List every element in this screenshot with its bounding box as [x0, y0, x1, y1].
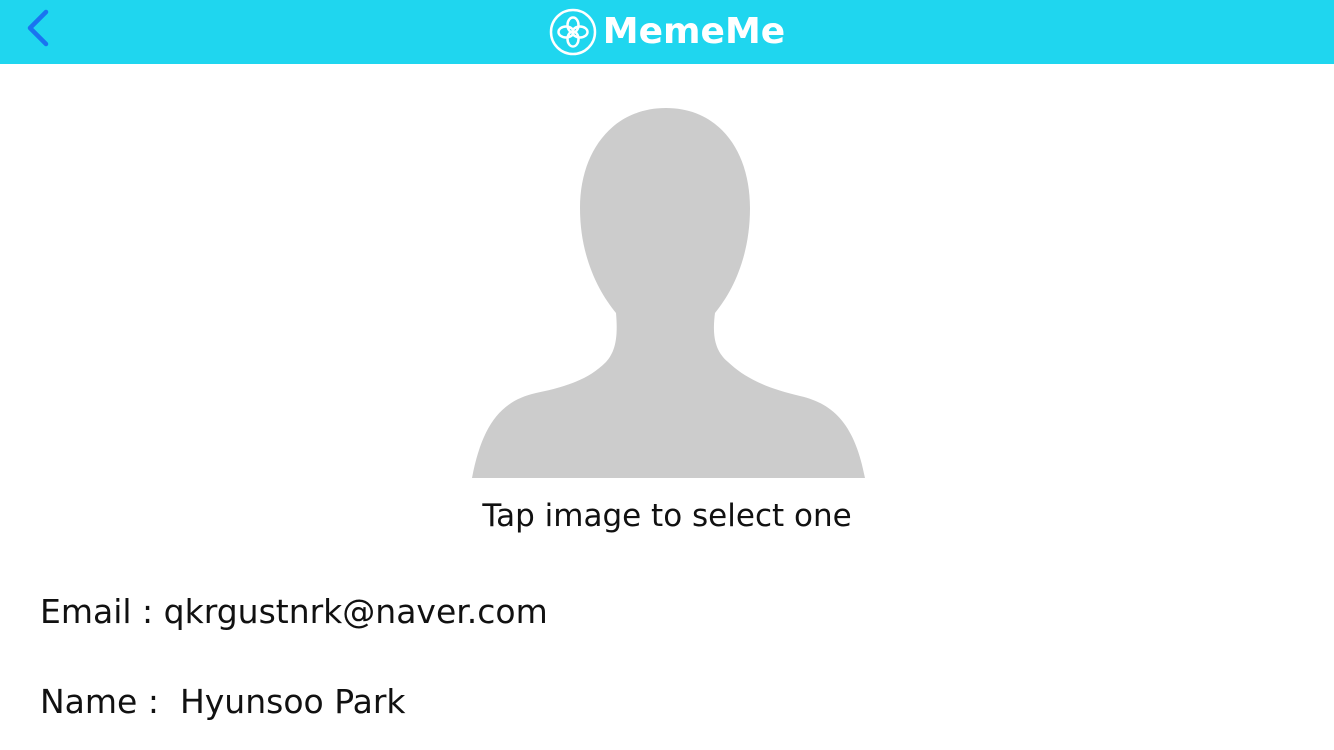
brand: MemeMe — [0, 0, 1334, 64]
person-silhouette-icon — [472, 108, 865, 478]
chevron-left-icon — [27, 9, 49, 47]
app-title: MemeMe — [602, 11, 786, 52]
avatar-picker[interactable] — [470, 106, 866, 478]
email-row: Email : qkrgustnrk@naver.com — [40, 592, 548, 631]
name-label: Name : — [40, 682, 180, 721]
select-image-hint: Tap image to select one — [482, 498, 852, 534]
navigation-bar: MemeMe — [0, 0, 1334, 64]
email-value: qkrgustnrk@naver.com — [163, 592, 548, 631]
back-button[interactable] — [20, 6, 60, 50]
name-value: Hyunsoo Park — [179, 682, 406, 721]
email-label: Email : — [40, 592, 164, 631]
name-row: Name : Hyunsoo Park — [40, 682, 406, 721]
clover-logo-icon — [549, 8, 597, 56]
